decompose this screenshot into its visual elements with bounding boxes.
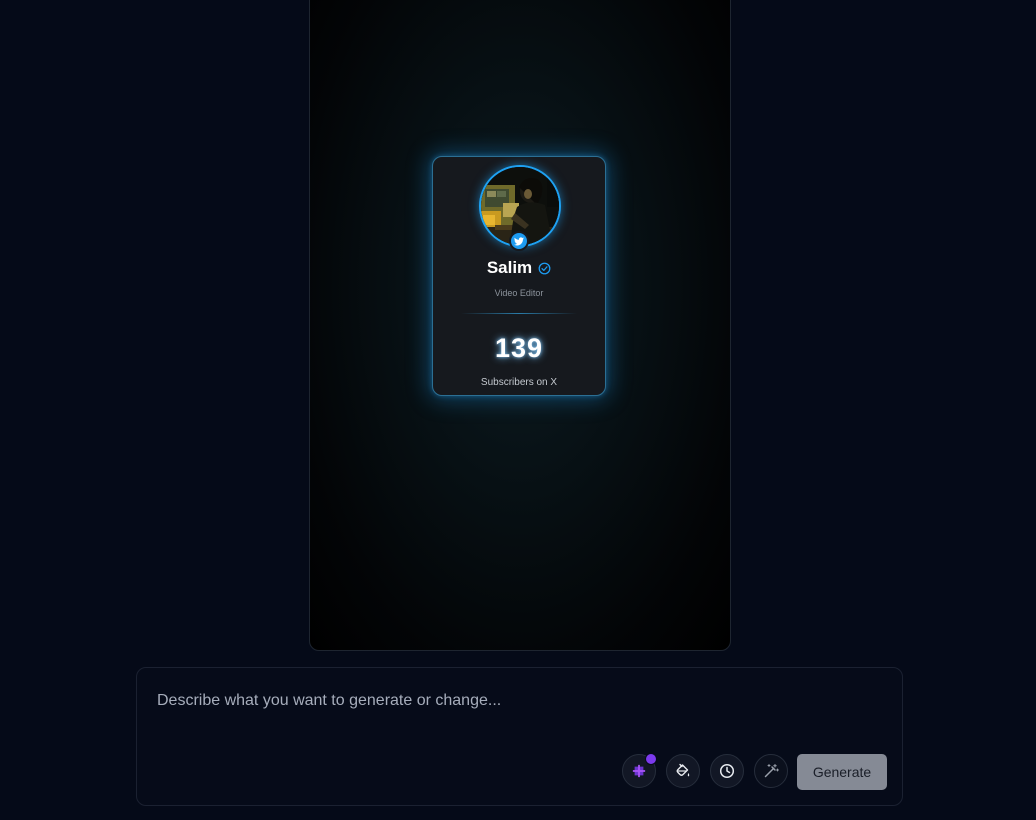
profile-card: Salim Video Editor 139 Subscribers on X [432, 156, 606, 396]
sparkle-icon [632, 764, 646, 778]
sparkle-button[interactable] [622, 753, 657, 788]
preview-canvas: Salim Video Editor 139 Subscribers on X [309, 0, 731, 651]
magic-wand-icon [764, 763, 779, 778]
prompt-input[interactable] [157, 690, 857, 712]
subscriber-count-label: Subscribers on X [480, 377, 558, 388]
verified-check-icon [538, 262, 551, 275]
paint-bucket-icon [676, 763, 690, 777]
paint-bucket-button[interactable] [666, 754, 700, 788]
twitter-bird-icon [514, 236, 524, 245]
clock-icon [719, 763, 735, 779]
app-root: Salim Video Editor 139 Subscribers on X [0, 0, 1036, 820]
profile-name: Salim [486, 258, 533, 277]
name-row: Salim [433, 258, 605, 278]
magic-wand-button[interactable] [754, 754, 788, 788]
subscriber-count: 139 [494, 333, 544, 363]
history-button[interactable] [710, 754, 744, 788]
avatar-container [479, 165, 561, 251]
twitter-badge [509, 231, 529, 251]
profile-role: Video Editor [494, 288, 544, 298]
sparkle-notification-dot [645, 753, 657, 765]
generate-button[interactable]: Generate [797, 754, 887, 790]
card-divider [461, 313, 577, 314]
prompt-panel: Generate [136, 667, 903, 806]
